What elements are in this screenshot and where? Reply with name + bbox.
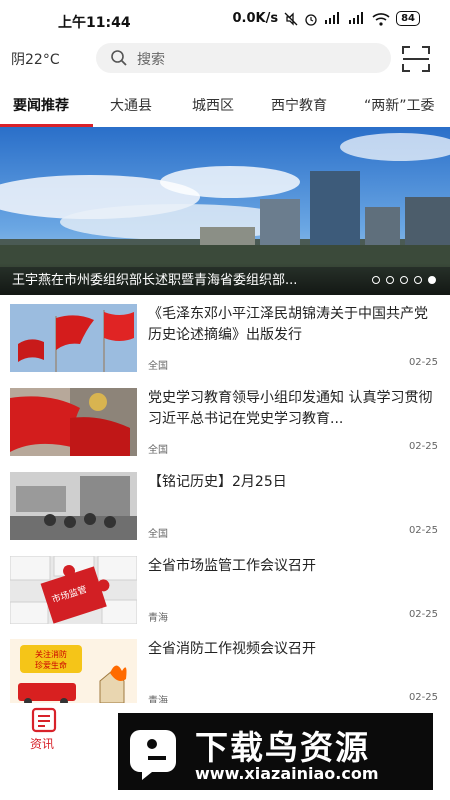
news-title: 《毛泽东邓小平江泽民胡锦涛关于中国共产党历史论述摘编》出版发行 [148, 306, 428, 343]
nav-label-news: 资讯 [30, 737, 55, 751]
pager-dot[interactable] [414, 276, 422, 284]
news-title: 全省消防工作视频会议召开 [148, 641, 316, 657]
news-date: 02-25 [408, 357, 438, 368]
news-source: 青海 [148, 613, 168, 624]
bird-logo-icon [130, 730, 176, 780]
thumb-fire-text-2: 珍爱生命 [35, 660, 67, 670]
pager-dot[interactable] [386, 276, 394, 284]
news-item[interactable]: 【铭记历史】2月25日 全国 02-25 [0, 472, 450, 555]
banner-carousel[interactable]: 王宇燕在市州委组织部长述职暨青海省委组织部... [0, 127, 450, 295]
status-bar: 上午11:44 0.0K/s 84 [0, 0, 450, 40]
news-date: 02-25 [408, 441, 438, 452]
channel-tabs: 要闻推荐 大通县 城西区 西宁教育 “两新”工委 [0, 86, 450, 126]
tab-xining-education[interactable]: 西宁教育 [271, 95, 327, 115]
mute-icon [284, 11, 298, 26]
news-item[interactable]: 市场监管 全省市场监管工作会议召开 青海 02-25 [0, 556, 450, 639]
scan-icon[interactable] [402, 46, 430, 72]
watermark-title: 下载鸟资源 [195, 728, 370, 767]
tab-recommend[interactable]: 要闻推荐 [13, 95, 69, 115]
banner-pager [372, 276, 436, 284]
signal-icon-2 [349, 12, 364, 24]
battery-icon: 84 [396, 11, 420, 26]
search-input[interactable]: 搜索 [96, 43, 391, 73]
status-time: 上午11:44 [58, 15, 131, 31]
tab-chengxi[interactable]: 城西区 [192, 95, 234, 115]
news-source: 全国 [148, 529, 168, 540]
news-title: 党史学习教育领导小组印发通知 认真学习贯彻习近平总书记在党史学习教育... [148, 390, 433, 427]
wifi-icon [372, 12, 390, 26]
search-icon [111, 50, 127, 66]
news-title: 全省市场监管工作会议召开 [148, 558, 316, 574]
news-source: 全国 [148, 361, 168, 372]
news-thumbnail: 市场监管 [10, 556, 137, 624]
search-placeholder: 搜索 [137, 52, 165, 68]
pager-dot-active[interactable] [428, 276, 436, 284]
watermark-url: www.xiazainiao.com [195, 764, 379, 783]
pager-dot[interactable] [372, 276, 380, 284]
signal-icon [325, 12, 340, 24]
pager-dot[interactable] [400, 276, 408, 284]
tab-two-new[interactable]: “两新”工委 [364, 95, 435, 115]
alarm-icon [305, 13, 317, 26]
weather-label: 阴22°C [11, 52, 60, 68]
network-speed: 0.0K/s [232, 11, 279, 26]
news-date: 02-25 [408, 609, 438, 620]
thumb-fire-text-1: 关注消防 [35, 649, 67, 659]
top-bar: 阴22°C 搜索 [0, 40, 450, 78]
news-item[interactable]: 党史学习教育领导小组印发通知 认真学习贯彻习近平总书记在党史学习教育... 全国… [0, 388, 450, 471]
news-icon [31, 707, 57, 733]
news-thumbnail [10, 304, 137, 372]
news-title: 【铭记历史】2月25日 [148, 474, 287, 490]
news-date: 02-25 [408, 692, 438, 703]
news-item[interactable]: 《毛泽东邓小平江泽民胡锦涛关于中国共产党历史论述摘编》出版发行 全国 02-25 [0, 304, 450, 387]
banner-caption[interactable]: 王宇燕在市州委组织部长述职暨青海省委组织部... [12, 269, 357, 288]
watermark-overlay: 下载鸟资源 www.xiazainiao.com [118, 713, 433, 790]
tab-datong[interactable]: 大通县 [110, 95, 152, 115]
news-thumbnail [10, 472, 137, 540]
status-icons: 0.0K/s 84 [232, 11, 420, 26]
news-source: 全国 [148, 445, 168, 456]
news-date: 02-25 [408, 525, 438, 536]
news-thumbnail: 关注消防 珍爱生命 [10, 639, 137, 707]
news-thumbnail [10, 388, 137, 456]
